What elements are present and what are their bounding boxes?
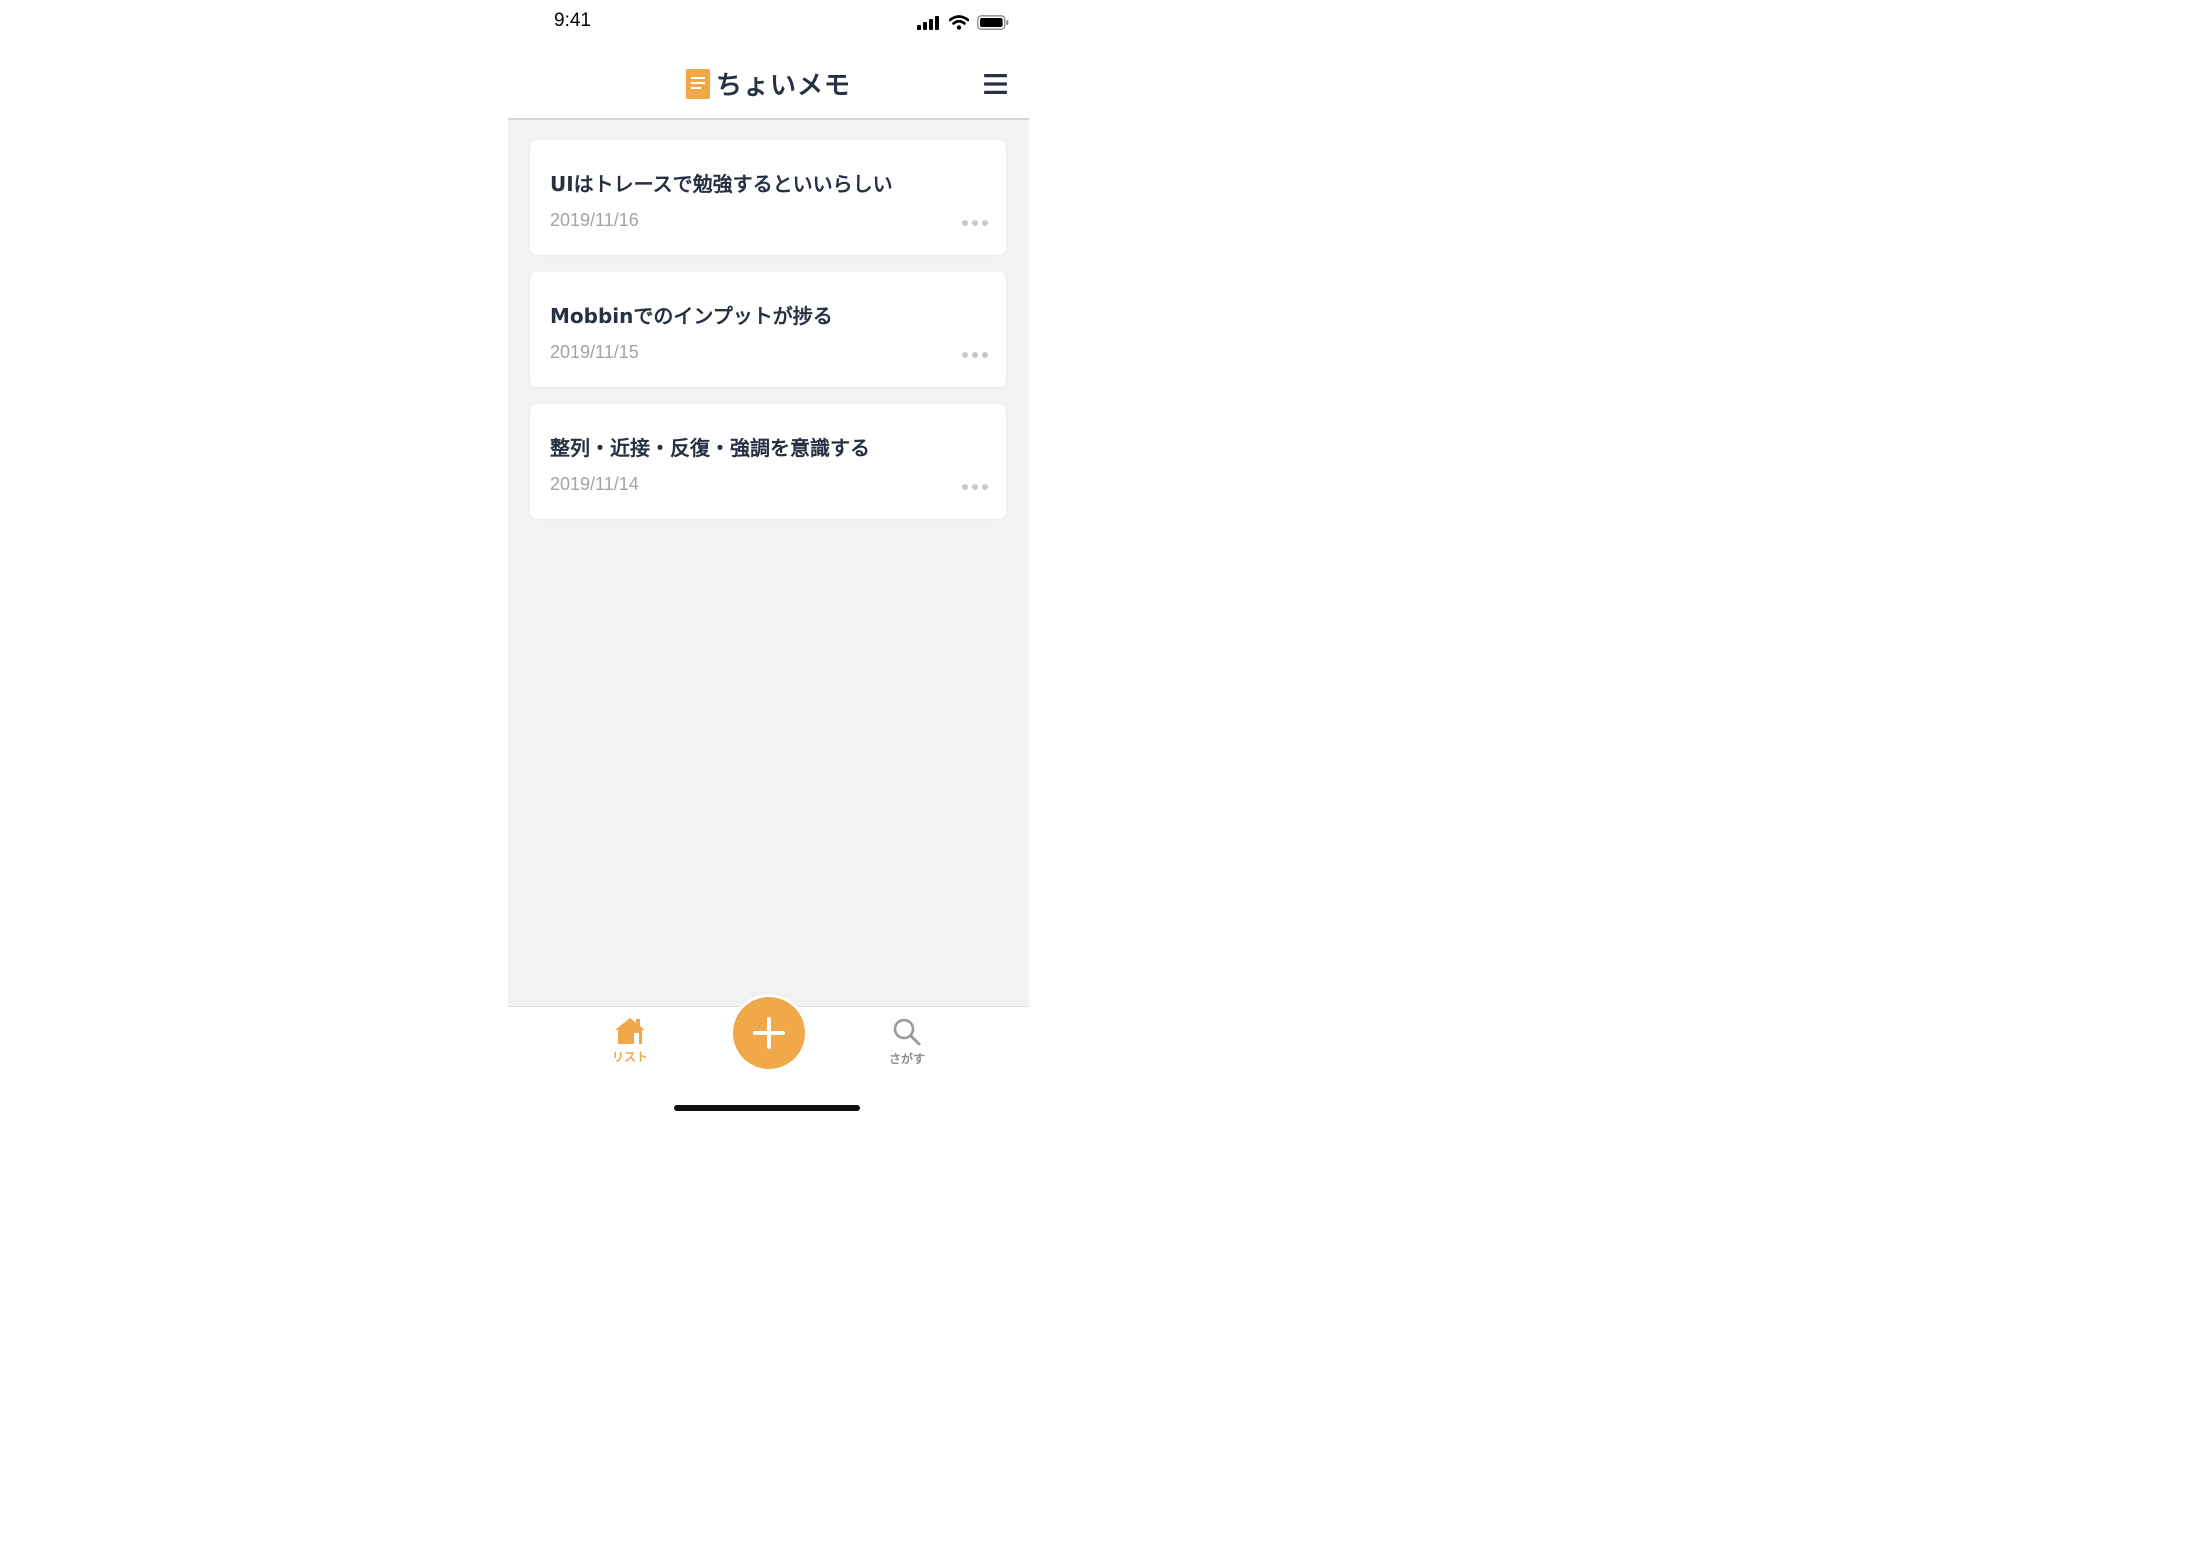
tab-search-label: さがす — [888, 1052, 925, 1066]
hamburger-menu-icon — [984, 74, 1007, 94]
search-icon — [893, 1018, 921, 1046]
battery-icon — [977, 15, 1009, 30]
more-dot-icon — [962, 352, 968, 358]
home-indicator — [674, 1105, 860, 1111]
memo-date: 2019/11/16 — [550, 210, 639, 230]
memo-title: 整列・近接・反復・強調を意識する — [550, 436, 870, 460]
memo-date: 2019/11/15 — [550, 342, 639, 362]
more-dot-icon — [982, 352, 988, 358]
tab-search[interactable]: さがす — [867, 1017, 947, 1067]
more-dot-icon — [982, 220, 988, 226]
more-dot-icon — [972, 220, 978, 226]
add-memo-button[interactable] — [733, 997, 805, 1069]
more-dot-icon — [962, 220, 968, 226]
memo-date: 2019/11/14 — [550, 474, 639, 494]
tab-list-label: リスト — [611, 1050, 648, 1064]
menu-button[interactable] — [984, 74, 1007, 94]
memo-title: Mobbinでのインプットが捗る — [550, 304, 833, 328]
more-dot-icon — [962, 484, 968, 490]
app-title: ちょいメモ — [715, 71, 851, 101]
more-options-button[interactable] — [962, 482, 988, 492]
status-icons — [917, 15, 1009, 30]
memo-card[interactable]: UIはトレースで勉強するといいらしい 2019/11/16 — [530, 140, 1006, 255]
tab-bar: リスト さがす — [508, 997, 1029, 1118]
more-dot-icon — [972, 352, 978, 358]
more-options-button[interactable] — [962, 350, 988, 360]
memo-title: UIはトレースで勉強するといいらしい — [550, 172, 893, 196]
status-time: 9:41 — [554, 10, 591, 31]
signal-icon — [917, 15, 939, 30]
status-bar: 9:41 — [508, 0, 1029, 50]
app-header: ちょいメモ — [508, 50, 1029, 120]
note-icon — [685, 68, 710, 99]
home-icon — [615, 1018, 645, 1044]
more-dot-icon — [972, 484, 978, 490]
wifi-icon — [949, 15, 969, 30]
phone-screen: 9:41 ちょいメモ UIはトレースで勉強するといいらしい 2019/11/16… — [508, 0, 1029, 1118]
memo-list: UIはトレースで勉強するといいらしい 2019/11/16 Mobbinでのイン… — [508, 120, 1029, 1006]
memo-card[interactable]: 整列・近接・反復・強調を意識する 2019/11/14 — [530, 404, 1006, 519]
memo-card[interactable]: Mobbinでのインプットが捗る 2019/11/15 — [530, 272, 1006, 387]
more-options-button[interactable] — [962, 218, 988, 228]
more-dot-icon — [982, 484, 988, 490]
app-title-group: ちょいメモ — [508, 65, 1029, 102]
tab-list[interactable]: リスト — [590, 1017, 670, 1065]
